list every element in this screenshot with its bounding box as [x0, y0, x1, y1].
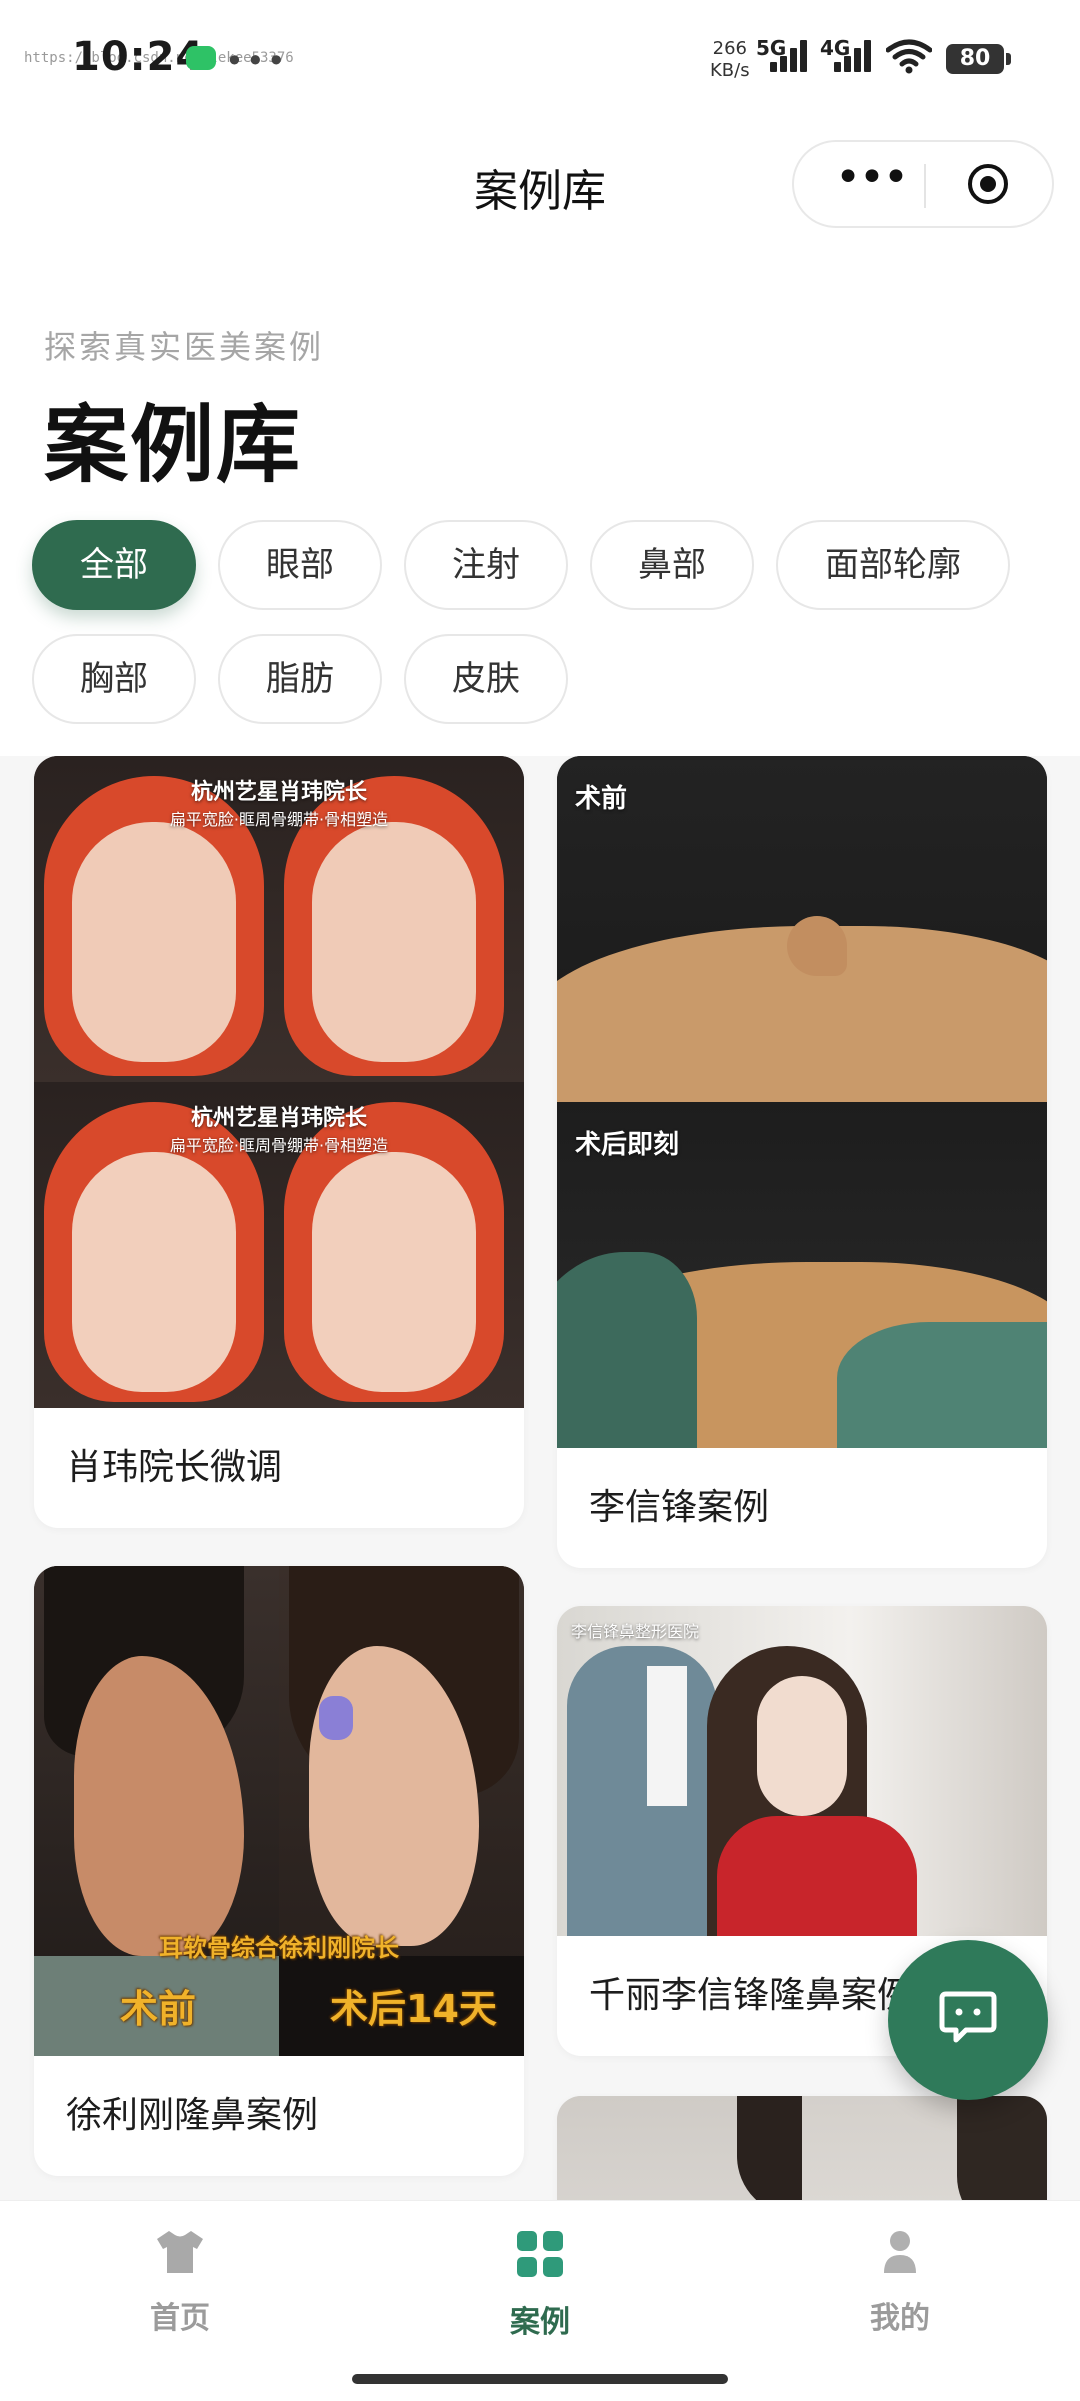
filter-chip-injection[interactable]: 注射: [404, 520, 568, 610]
network-speed: 266 KB/s: [710, 38, 750, 81]
home-indicator[interactable]: [352, 2374, 728, 2384]
capsule-divider: [924, 164, 926, 208]
filter-chip-facial-contour[interactable]: 面部轮廓: [776, 520, 1010, 610]
signal-bars-icon: [770, 40, 814, 72]
page-title: 案例库: [44, 396, 303, 494]
signal-bars-icon: [834, 40, 878, 72]
shirt-icon: [157, 2231, 203, 2273]
after-label: 术后即刻: [575, 1130, 680, 1160]
more-menu-button[interactable]: •••: [826, 148, 916, 220]
person-icon: [884, 2231, 916, 2273]
bottom-tab-bar: 首页 案例 我的: [0, 2200, 1080, 2401]
page-subtitle: 探索真实医美案例: [44, 328, 325, 366]
tab-home-label: 首页: [150, 2301, 210, 2336]
notification-dots-icon: •••: [225, 42, 288, 80]
case-image: 杭州艺星肖玮院长 扁平宽脸·眶周骨绷带·骨相塑造 杭州艺星肖玮院长 扁平宽脸·眶…: [34, 756, 524, 1408]
status-bar: https://blog.csdn.net/lekee53376 10:24 •…: [0, 0, 1080, 110]
before-label: 术前: [575, 784, 628, 814]
case-image: 术前 术后即刻: [557, 756, 1047, 1448]
case-title: 徐利刚隆鼻案例: [66, 2095, 319, 2136]
grid-icon: [517, 2231, 563, 2277]
case-card[interactable]: 耳软骨综合徐利刚院长 术前 术后14天 徐利刚隆鼻案例: [34, 1566, 524, 2176]
case-title: 肖玮院长微调: [66, 1447, 283, 1488]
tab-cases-label: 案例: [510, 2305, 570, 2340]
case-image: 耳软骨综合徐利刚院长 术前 术后14天: [34, 1566, 524, 2056]
case-image: [557, 2096, 1047, 2200]
case-card[interactable]: [557, 2096, 1047, 2200]
image-overlay-title: 耳软骨综合徐利刚院长: [159, 1934, 399, 1962]
image-overlay-subtitle: 扁平宽脸·眶周骨绷带·骨相塑造: [169, 810, 389, 829]
filter-chip-all[interactable]: 全部: [32, 520, 196, 610]
tab-mine-label: 我的: [870, 2301, 930, 2336]
filter-chip-nose[interactable]: 鼻部: [590, 520, 754, 610]
case-card[interactable]: 杭州艺星肖玮院长 扁平宽脸·眶周骨绷带·骨相塑造 杭州艺星肖玮院长 扁平宽脸·眶…: [34, 756, 524, 1528]
tab-mine[interactable]: 我的: [800, 2229, 1000, 2337]
chat-fab-button[interactable]: [888, 1940, 1048, 2100]
case-image: 李信锋鼻整形医院: [557, 1606, 1047, 1936]
battery-indicator: 80: [946, 44, 1011, 74]
tab-home[interactable]: 首页: [80, 2229, 280, 2337]
image-overlay-title: 杭州艺星肖玮院长: [190, 1106, 367, 1131]
hospital-logo: 李信锋鼻整形医院: [571, 1622, 700, 1641]
status-time: 10:24: [72, 34, 205, 80]
miniprogram-capsule: •••: [792, 140, 1054, 228]
case-title: 李信锋案例: [589, 1487, 770, 1528]
case-card[interactable]: 术前 术后即刻 李信锋案例: [557, 756, 1047, 1568]
image-overlay-subtitle: 扁平宽脸·眶周骨绷带·骨相塑造: [169, 1136, 389, 1155]
close-miniprogram-icon[interactable]: [966, 162, 1010, 206]
filter-chip-fat[interactable]: 脂肪: [218, 634, 382, 724]
tab-cases[interactable]: 案例: [440, 2229, 640, 2341]
filter-chip-skin[interactable]: 皮肤: [404, 634, 568, 724]
wifi-icon: [886, 39, 932, 74]
image-overlay-title: 杭州艺星肖玮院长: [190, 780, 367, 805]
filter-chip-eyes[interactable]: 眼部: [218, 520, 382, 610]
filter-chip-chest[interactable]: 胸部: [32, 634, 196, 724]
before-label: 术前: [120, 1987, 197, 2031]
after-label: 术后14天: [330, 1987, 497, 2031]
chat-bubble-icon: [939, 1991, 997, 2043]
wechat-icon: [186, 46, 216, 70]
